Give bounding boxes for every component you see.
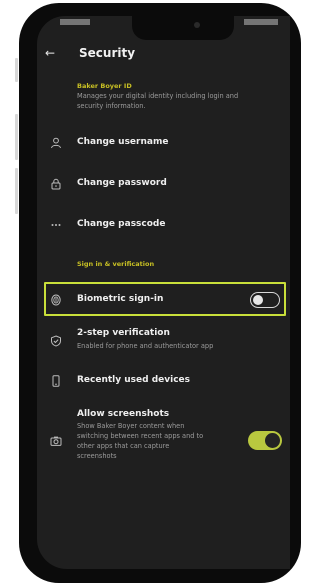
lock-icon — [50, 178, 62, 190]
status-bar-left — [60, 19, 90, 25]
recently-used-devices-row[interactable]: Recently used devices — [37, 371, 290, 393]
section-label-account: Baker Boyer ID — [77, 82, 132, 90]
phone-volume-up-button — [15, 114, 18, 160]
allow-screenshots-description-line-1: Show Baker Boyer content when — [77, 422, 185, 430]
allow-screenshots-description-line-2: switching between recent apps and to — [77, 432, 204, 440]
toggle-knob — [265, 433, 280, 448]
phone-icon — [50, 375, 62, 387]
allow-screenshots-description-line-3: other apps that can capture — [77, 442, 170, 450]
two-step-verification-description: Enabled for phone and authenticator app — [77, 342, 214, 350]
section-label-signin: Sign in & verification — [77, 260, 155, 268]
phone-notch — [132, 16, 234, 40]
arrow-left-icon: ← — [45, 46, 56, 60]
page-title: Security — [79, 46, 136, 60]
change-password-row[interactable]: Change password — [37, 173, 290, 195]
status-bar-right — [244, 19, 278, 25]
back-button[interactable]: ← — [45, 42, 55, 64]
shield-check-icon — [50, 335, 62, 347]
change-username-row[interactable]: Change username — [37, 132, 290, 154]
phone-side-button — [15, 58, 18, 82]
camera-icon — [50, 435, 62, 447]
two-step-verification-row[interactable]: 2-step verification Enabled for phone an… — [37, 325, 290, 357]
account-description-line-1: Manages your digital identity including … — [77, 92, 239, 100]
allow-screenshots-label: Allow screenshots — [77, 409, 170, 419]
app-header: ← Security — [37, 42, 290, 64]
person-icon — [50, 137, 62, 149]
account-description-line-2: security information. — [77, 102, 146, 110]
allow-screenshots-description-line-4: screenshots — [77, 452, 117, 460]
allow-screenshots-toggle[interactable] — [248, 431, 282, 450]
change-password-label: Change password — [77, 178, 167, 188]
front-camera — [194, 22, 200, 28]
biometric-highlight-box — [44, 282, 286, 316]
recently-used-devices-label: Recently used devices — [77, 375, 191, 385]
change-username-label: Change username — [77, 137, 169, 147]
two-step-verification-label: 2-step verification — [77, 328, 170, 338]
change-passcode-label: Change passcode — [77, 219, 166, 229]
change-passcode-row[interactable]: Change passcode — [37, 214, 290, 236]
dots-icon — [50, 219, 62, 231]
phone-volume-down-button — [15, 168, 18, 214]
